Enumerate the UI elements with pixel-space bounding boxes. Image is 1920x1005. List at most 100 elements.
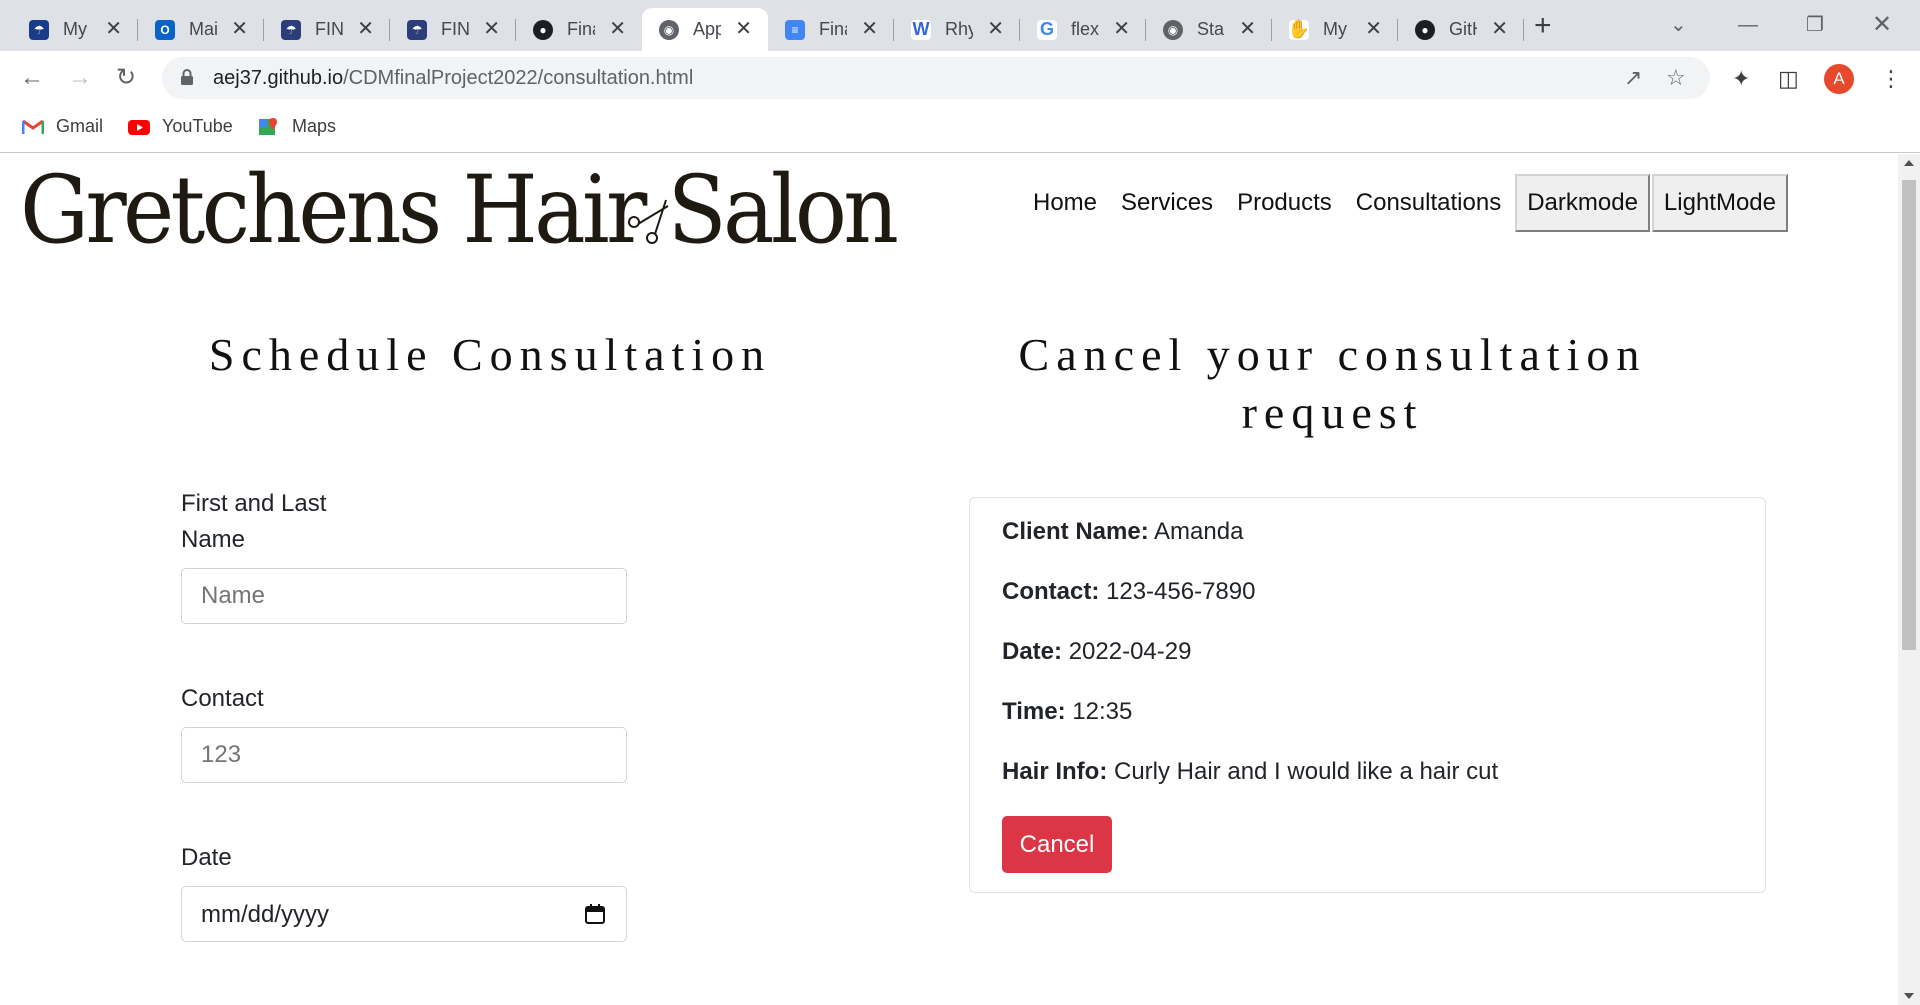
browser-tab[interactable]: ● GitH ✕ [1398, 8, 1524, 51]
date-label: Date: [1002, 638, 1063, 665]
name-input[interactable] [181, 568, 627, 624]
close-icon[interactable]: ✕ [231, 18, 248, 40]
close-icon[interactable]: ✕ [1239, 18, 1256, 40]
bookmark-label: Gmail [56, 116, 104, 136]
w-icon: W [911, 19, 931, 40]
client-name-label: Client Name: [1002, 518, 1149, 545]
tab-title: FIN [441, 19, 469, 39]
bookmark-maps[interactable]: Maps [258, 116, 336, 137]
browser-tab[interactable]: ☂ FIN ✕ [390, 8, 516, 51]
restore-icon[interactable]: ❐ [1806, 10, 1824, 40]
outlook-icon: O [155, 19, 175, 40]
profile-avatar[interactable]: A [1824, 64, 1854, 94]
close-icon[interactable]: ✕ [1491, 18, 1508, 40]
reload-icon[interactable]: ↻ [116, 63, 136, 93]
site-logo[interactable]: Gretchens Hair Salon [20, 156, 899, 265]
close-icon[interactable]: ✕ [609, 18, 626, 40]
browser-tab[interactable]: O Mai ✕ [138, 8, 264, 51]
shield-crest-icon: ☂ [281, 19, 301, 40]
bookmark-gmail[interactable]: Gmail [22, 116, 103, 137]
time-label: Time: [1002, 698, 1066, 725]
page-scrollbar[interactable] [1898, 154, 1920, 1005]
forward-icon[interactable]: → [68, 63, 92, 93]
time-row: Time: 12:35 [1002, 696, 1132, 728]
tab-title: Star [1197, 19, 1225, 39]
bookmark-youtube[interactable]: YouTube [128, 116, 233, 137]
tab-title: My [1323, 19, 1347, 39]
nav-services-link[interactable]: Services [1121, 189, 1213, 217]
browser-tab[interactable]: ☂ My ✕ [12, 8, 138, 51]
globe-icon: ◉ [1163, 19, 1183, 40]
close-icon[interactable]: ✕ [1365, 18, 1382, 40]
client-name-row: Client Name: Amanda [1002, 516, 1243, 548]
browser-tab[interactable]: ● Fina ✕ [516, 8, 642, 51]
back-icon[interactable]: ← [20, 63, 44, 93]
cancel-title: Cancel your consultation request [1018, 329, 1647, 438]
browser-tab-active[interactable]: ◉ App ✕ [642, 8, 768, 51]
extensions-icon[interactable]: ✦ [1732, 66, 1750, 92]
close-icon[interactable]: ✕ [861, 18, 878, 40]
browser-tab[interactable]: W Rhy ✕ [894, 8, 1020, 51]
darkmode-button[interactable]: Darkmode [1515, 174, 1650, 232]
tab-divider [1523, 19, 1524, 41]
lightmode-button[interactable]: LightMode [1651, 174, 1788, 232]
tab-title: flex [1071, 19, 1099, 39]
browser-tab[interactable]: ✋ My ✕ [1272, 8, 1398, 51]
date-label: Date [181, 844, 232, 871]
side-panel-icon[interactable]: ◫ [1778, 66, 1799, 92]
close-icon[interactable]: ✕ [357, 18, 374, 40]
scissors-icon [628, 199, 669, 244]
docs-icon: ≡ [785, 19, 805, 40]
browser-tab[interactable]: G flex ✕ [1020, 8, 1146, 51]
tab-search-chevron-icon[interactable]: ⌄ [1670, 10, 1687, 40]
hair-info-row: Hair Info: Curly Hair and I would like a… [1002, 756, 1498, 788]
tab-title: Mai [189, 19, 217, 39]
close-icon[interactable]: ✕ [105, 18, 122, 40]
scrollbar-thumb[interactable] [1902, 180, 1916, 650]
scroll-up-icon[interactable] [1904, 160, 1914, 166]
tab-title: GitH [1449, 19, 1477, 39]
site-nav: Home Services Products Consultations Dar… [1033, 174, 1788, 232]
gmail-icon [22, 119, 44, 134]
cancel-button[interactable]: Cancel [1002, 816, 1112, 873]
hair-info-value: Curly Hair and I would like a hair cut [1114, 758, 1499, 785]
share-icon[interactable]: ↗ [1624, 65, 1642, 91]
browser-tab[interactable]: ◉ Star ✕ [1146, 8, 1272, 51]
contact-input[interactable] [181, 727, 627, 783]
scroll-down-icon[interactable] [1904, 993, 1914, 999]
tab-title: FIN [315, 19, 343, 39]
menu-icon[interactable]: ⋮ [1880, 66, 1902, 92]
client-name-value: Amanda [1154, 518, 1244, 545]
contact-label: Contact: [1002, 578, 1100, 605]
bookmarks-bar: Gmail YouTube Maps [0, 105, 1920, 153]
github-icon: ● [533, 19, 553, 40]
calendar-icon[interactable] [584, 903, 606, 925]
maps-icon [259, 117, 277, 135]
schedule-title: Schedule Consultation [208, 329, 772, 380]
nav-consultations-link[interactable]: Consultations [1356, 189, 1501, 217]
date-input[interactable]: mm/dd/yyyy [181, 886, 627, 942]
date-placeholder: mm/dd/yyyy [201, 901, 330, 928]
hair-info-label: Hair Info: [1002, 758, 1108, 785]
star-icon[interactable]: ☆ [1666, 65, 1686, 91]
browser-tab[interactable]: ☂ FIN ✕ [264, 8, 390, 51]
window-close-icon[interactable]: ✕ [1872, 10, 1892, 40]
address-bar[interactable]: aej37.github.io/CDMfinalProject2022/cons… [162, 57, 1710, 99]
close-icon[interactable]: ✕ [483, 18, 500, 40]
date-row: Date: 2022-04-29 [1002, 636, 1191, 668]
browser-tab[interactable]: ≡ Fina ✕ [768, 8, 894, 51]
minimize-icon[interactable]: — [1738, 10, 1758, 40]
bookmark-label: YouTube [162, 116, 233, 136]
close-icon[interactable]: ✕ [1113, 18, 1130, 40]
tab-title: My [63, 19, 87, 39]
browser-toolbar: ← → ↻ aej37.github.io/CDMfinalProject202… [0, 51, 1920, 105]
new-tab-icon[interactable]: + [1534, 10, 1552, 42]
close-icon[interactable]: ✕ [735, 18, 752, 40]
nav-home-link[interactable]: Home [1033, 189, 1097, 217]
close-icon[interactable]: ✕ [987, 18, 1004, 40]
time-value: 12:35 [1072, 698, 1133, 725]
nav-products-link[interactable]: Products [1237, 189, 1332, 217]
page-viewport: Gretchens Hair Salon Home Services Produ… [0, 154, 1898, 1005]
tab-title: Fina [567, 19, 595, 39]
name-label: First and Last Name [181, 490, 327, 553]
